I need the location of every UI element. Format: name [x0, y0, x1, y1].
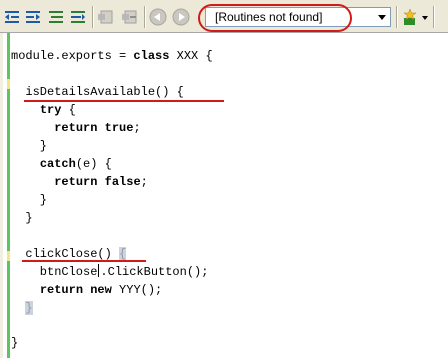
toolbar-separator — [396, 6, 397, 28]
code-line[interactable]: return false; — [11, 173, 148, 191]
code-line[interactable]: } — [11, 191, 47, 209]
code-editor[interactable]: module.exports = class XXX { isDetailsAv… — [0, 33, 448, 358]
code-token: (e) { — [75, 157, 112, 171]
code-keyword: return — [54, 121, 98, 135]
code-token: ; — [140, 175, 148, 189]
shift-right-icon[interactable] — [24, 8, 42, 26]
code-token: YYY(); — [111, 283, 163, 297]
code-token: .ClickButton(); — [100, 265, 209, 279]
code-token: } — [11, 193, 48, 207]
navigate-back-icon[interactable] — [149, 8, 167, 26]
code-line[interactable]: return new YYY(); — [11, 281, 162, 299]
code-line[interactable]: } — [11, 299, 33, 317]
code-line[interactable]: isDetailsAvailable() { — [11, 83, 184, 101]
code-token: XXX { — [169, 49, 213, 63]
code-line[interactable]: clickClose() { — [11, 245, 127, 263]
change-marker — [7, 251, 10, 261]
matched-brace: } — [25, 301, 33, 315]
toolbar-separator — [92, 6, 93, 28]
editor-toolbar: [Routines not found] — [0, 0, 448, 33]
code-token: } — [11, 139, 48, 153]
code-keyword: new — [90, 283, 112, 297]
code-keyword: return — [39, 283, 84, 297]
code-token: isDetailsAvailable() { — [11, 85, 184, 99]
code-keyword: false — [104, 175, 141, 189]
code-line[interactable]: catch(e) { — [11, 155, 112, 173]
code-line[interactable]: module.exports = class XXX { — [11, 47, 213, 65]
code-token: btnClose — [11, 265, 98, 279]
change-marker — [7, 79, 10, 89]
routine-dropdown-value: [Routines not found] — [215, 10, 323, 24]
chevron-down-icon[interactable] — [374, 8, 390, 26]
code-line[interactable]: } — [11, 137, 47, 155]
navigate-forward-icon[interactable] — [172, 8, 190, 26]
toolbar-separator — [433, 6, 434, 28]
code-token: clickClose() — [11, 247, 120, 261]
code-token: { — [61, 103, 76, 117]
code-token: } — [11, 211, 33, 225]
code-keyword: catch — [39, 157, 76, 171]
snippet-menu-arrow-icon[interactable] — [421, 8, 429, 26]
code-keyword: return — [54, 175, 98, 189]
editor-left-border — [0, 33, 3, 358]
toggle-bookmark-icon[interactable] — [97, 8, 115, 26]
code-line[interactable]: btnClose .ClickButton(); — [11, 263, 208, 281]
uncomment-icon[interactable] — [69, 8, 87, 26]
comment-icon[interactable] — [47, 8, 65, 26]
shift-left-icon[interactable] — [3, 8, 21, 26]
code-token: module.exports = — [11, 49, 134, 63]
code-keyword: class — [133, 49, 170, 63]
clear-bookmarks-icon[interactable] — [121, 8, 139, 26]
code-keyword: try — [39, 103, 62, 117]
code-token: ; — [133, 121, 141, 135]
code-keyword: true — [104, 121, 134, 135]
routine-dropdown[interactable]: [Routines not found] — [205, 7, 391, 27]
code-line[interactable]: } — [11, 209, 33, 227]
code-line[interactable]: } — [11, 334, 18, 352]
matched-brace: { — [119, 247, 127, 261]
code-line[interactable]: try { — [11, 101, 76, 119]
code-token: } — [11, 336, 19, 350]
code-line[interactable]: return true; — [11, 119, 141, 137]
toolbar-separator — [144, 6, 145, 28]
insert-snippet-icon[interactable] — [401, 8, 419, 26]
